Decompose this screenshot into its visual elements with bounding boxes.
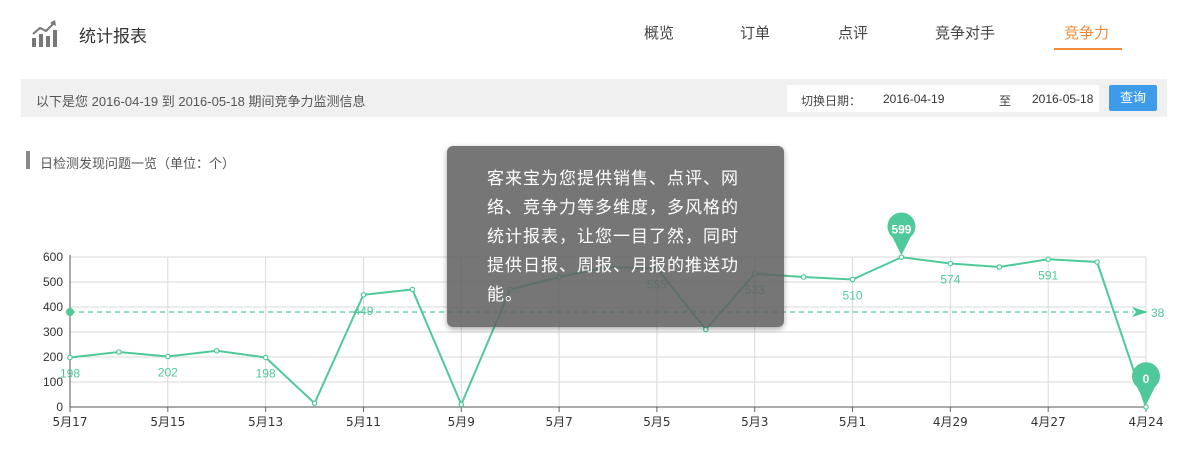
tab-overview[interactable]: 概览: [644, 22, 674, 43]
active-tab-indicator: [1054, 48, 1122, 50]
max-marker-label: 599: [891, 222, 911, 236]
min-marker-label: 0: [1143, 372, 1150, 386]
max-marker: 599: [887, 212, 916, 256]
data-point: [360, 291, 367, 298]
data-label: 449: [353, 304, 373, 318]
filter-bar: 以下是您 2016-04-19 到 2016-05-18 期间竞争力监测信息 切…: [21, 79, 1167, 117]
data-point: [116, 349, 122, 355]
data-label: 202: [158, 366, 178, 380]
tab-orders[interactable]: 订单: [740, 22, 770, 43]
x-tick-label: 5月1: [839, 415, 866, 429]
data-point: [703, 326, 709, 333]
tooltip-text: 客来宝为您提供销售、点评、网络、竞争力等多维度，多风格的统计报表，让您一目了然，…: [487, 169, 739, 304]
x-tick-label: 5月17: [53, 415, 88, 429]
y-tick-label: 200: [43, 350, 63, 364]
data-label: 510: [843, 289, 863, 303]
average-label: 38: [1151, 306, 1165, 320]
y-tick-label: 300: [43, 325, 63, 339]
data-label: 198: [60, 367, 80, 381]
bar-chart-icon: [32, 20, 57, 47]
x-tick-label: 5月9: [448, 415, 475, 429]
x-tick-label: 4月24: [1129, 415, 1164, 429]
feature-tooltip: 客来宝为您提供销售、点评、网络、竞争力等多维度，多风格的统计报表，让您一目了然，…: [447, 146, 784, 327]
data-point: [262, 354, 269, 361]
x-tick-label: 5月3: [741, 415, 768, 429]
tab-reviews[interactable]: 点评: [838, 22, 868, 43]
data-point: [409, 286, 416, 293]
data-point: [849, 276, 856, 283]
x-tick-label: 5月13: [248, 415, 283, 429]
x-tick-label: 4月27: [1031, 415, 1066, 429]
data-label: 591: [1038, 268, 1058, 282]
x-tick-label: 5月11: [346, 415, 381, 429]
date-range-panel: 切换日期： 至: [787, 85, 1122, 112]
section-marker: [26, 151, 30, 169]
y-tick-label: 600: [43, 250, 63, 264]
data-point: [213, 347, 220, 354]
data-point: [898, 254, 905, 261]
data-point: [311, 400, 318, 407]
data-point: [996, 264, 1003, 270]
data-label: 198: [256, 367, 276, 381]
tab-competitors[interactable]: 竞争对手: [935, 22, 995, 43]
data-point: [458, 401, 465, 408]
data-label: 574: [940, 273, 960, 287]
x-tick-label: 5月5: [643, 415, 670, 429]
query-button[interactable]: 查询: [1109, 85, 1157, 111]
switch-date-label: 切换日期：: [801, 94, 862, 108]
page-title: 统计报表: [79, 27, 147, 46]
tab-competitiveness[interactable]: 竞争力: [1064, 22, 1109, 43]
x-tick-label: 4月29: [933, 415, 968, 429]
date-to-separator: 至: [999, 94, 1012, 108]
date-from-input[interactable]: [883, 92, 973, 106]
data-point: [165, 353, 171, 360]
data-point: [67, 354, 73, 361]
data-point: [800, 274, 807, 280]
data-point: [1143, 404, 1149, 410]
data-point: [947, 260, 954, 267]
x-tick-label: 5月7: [545, 415, 572, 429]
y-tick-label: 400: [43, 300, 63, 314]
min-marker: 0: [1132, 362, 1161, 405]
y-tick-label: 500: [43, 275, 63, 289]
data-point: [1094, 259, 1100, 265]
x-tick-label: 5月15: [150, 415, 185, 429]
y-tick-label: 0: [56, 400, 63, 414]
header: 统计报表 概览 订单 点评 竞争对手 竞争力: [0, 0, 1196, 66]
average-start-marker: [66, 308, 74, 316]
data-point: [1045, 256, 1051, 263]
period-info: 以下是您 2016-04-19 到 2016-05-18 期间竞争力监测信息: [36, 94, 366, 109]
